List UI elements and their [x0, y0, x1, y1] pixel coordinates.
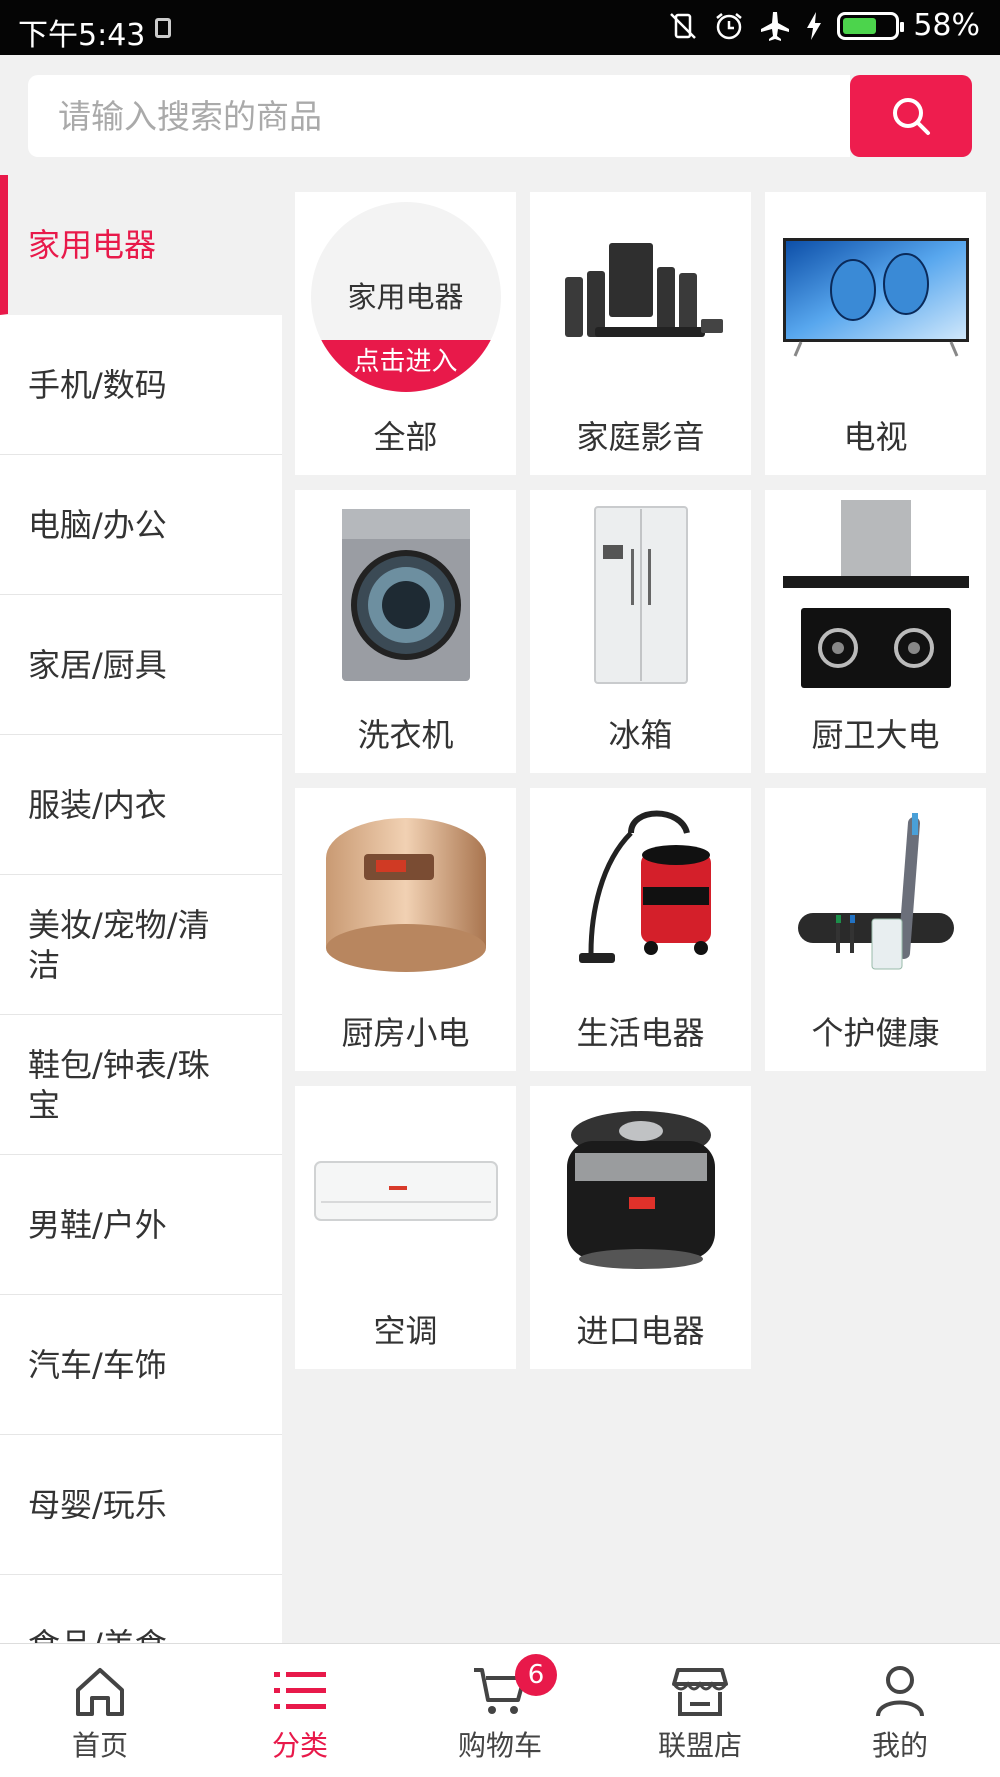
sidebar-item-food[interactable]: 食品/美食: [0, 1575, 282, 1643]
grid-item-all[interactable]: 家用电器 点击进入 全部: [295, 192, 516, 475]
sidebar-item-label: 服装/内衣: [28, 785, 167, 824]
grid-item-tv[interactable]: 电视: [765, 192, 986, 475]
grid-item-label: 空调: [373, 1312, 438, 1350]
nav-label: 购物车: [457, 1729, 542, 1762]
sim-icon: [155, 18, 171, 38]
sidebar-item-bags-watches[interactable]: 鞋包/钟表/珠宝: [0, 1015, 282, 1155]
grid-item-label: 个护健康: [811, 1014, 940, 1052]
fridge-icon: [545, 505, 736, 685]
toothbrush-icon: [780, 803, 971, 983]
grid-item-label: 进口电器: [576, 1312, 705, 1350]
status-time: 下午5:43: [18, 18, 146, 53]
search-bar: [0, 55, 1000, 175]
nav-label: 分类: [271, 1729, 328, 1762]
grid-item-label: 电视: [843, 418, 908, 456]
grid-item-fridge[interactable]: 冰箱: [530, 490, 751, 773]
sidebar-item-label: 美妆/宠物/清洁: [28, 905, 210, 984]
sidebar-item-label: 食品/美食: [28, 1625, 167, 1644]
nav-category[interactable]: 分类: [200, 1644, 400, 1777]
search-button[interactable]: [850, 75, 972, 157]
grid-item-kitchen-small[interactable]: 厨房小电: [295, 788, 516, 1071]
grid-item-personal-care[interactable]: 个护健康: [765, 788, 986, 1071]
washing-machine-icon: [310, 505, 501, 685]
sidebar-item-home-kitchen[interactable]: 家居/厨具: [0, 595, 282, 735]
sidebar-item-label: 鞋包/钟表/珠宝: [28, 1045, 210, 1124]
home-theater-icon: [545, 207, 736, 387]
sidebar-item-computers[interactable]: 电脑/办公: [0, 455, 282, 595]
store-icon: [672, 1668, 728, 1716]
airplane-icon: [761, 11, 790, 41]
home-icon: [76, 1668, 124, 1716]
grid-item-range-hood[interactable]: 厨卫大电: [765, 490, 986, 773]
grid-item-living-appliances[interactable]: 生活电器: [530, 788, 751, 1071]
all-circle-title: 家用电器: [347, 280, 464, 314]
grid-item-washing-machine[interactable]: 洗衣机: [295, 490, 516, 773]
search-icon: [893, 98, 930, 135]
battery-icon: [837, 11, 905, 40]
grid-item-imported[interactable]: 进口电器: [530, 1086, 751, 1369]
sidebar-item-label: 电脑/办公: [28, 505, 167, 544]
cart-badge: 6: [515, 1654, 557, 1696]
sidebar-item-label: 男鞋/户外: [28, 1205, 167, 1244]
vacuum-icon: [545, 803, 736, 983]
bottom-nav: 首页 分类 6 购物车 联盟店 我的: [0, 1643, 1000, 1777]
sidebar-item-label: 家居/厨具: [28, 645, 167, 684]
sidebar-item-label: 家用电器: [28, 225, 157, 264]
all-circle: 家用电器 点击进入: [310, 202, 501, 392]
air-conditioner-icon: [310, 1101, 501, 1281]
sidebar-item-label: 手机/数码: [28, 365, 167, 404]
nav-profile[interactable]: 我的: [800, 1644, 1000, 1777]
sidebar-item-phones[interactable]: 手机/数码: [0, 315, 282, 455]
sidebar-item-clothing[interactable]: 服装/内衣: [0, 735, 282, 875]
alarm-icon: [716, 12, 743, 39]
status-bar: 下午5:43 58%: [0, 0, 1000, 55]
nav-cart[interactable]: 6 购物车: [400, 1644, 600, 1777]
status-icons: 58%: [667, 8, 980, 43]
sidebar-item-label: 汽车/车饰: [28, 1345, 167, 1384]
pressure-cooker-icon: [545, 1101, 736, 1281]
search-input[interactable]: [28, 75, 850, 157]
sidebar-item-beauty-pets[interactable]: 美妆/宠物/清洁: [0, 875, 282, 1015]
sidebar-item-label: 母婴/玩乐: [28, 1485, 167, 1524]
profile-icon: [876, 1666, 924, 1717]
nav-label: 我的: [871, 1729, 928, 1762]
grid-item-label: 家庭影音: [576, 418, 705, 456]
grid-item-air-conditioner[interactable]: 空调: [295, 1086, 516, 1369]
nav-store[interactable]: 联盟店: [600, 1644, 800, 1777]
sidebar-item-appliances[interactable]: 家用电器: [0, 175, 282, 315]
sidebar-item-baby-toys[interactable]: 母婴/玩乐: [0, 1435, 282, 1575]
grid-item-home-theater[interactable]: 家庭影音: [530, 192, 751, 475]
nav-label: 首页: [71, 1729, 128, 1762]
charging-icon: [807, 11, 822, 40]
category-icon: [274, 1672, 326, 1709]
grid-item-label: 洗衣机: [357, 716, 454, 754]
grid-item-label: 全部: [373, 418, 438, 456]
range-hood-icon: [780, 500, 971, 688]
rice-cooker-icon: [310, 803, 501, 983]
battery-percent: 58%: [913, 8, 980, 43]
tv-icon: [780, 207, 971, 387]
category-sidebar: 家用电器 手机/数码 电脑/办公 家居/厨具 服装/内衣 美妆/宠物/清洁 鞋包…: [0, 175, 282, 1643]
nav-label: 联盟店: [657, 1729, 742, 1762]
sidebar-item-auto[interactable]: 汽车/车饰: [0, 1295, 282, 1435]
enter-button[interactable]: 点击进入: [310, 340, 501, 392]
grid-item-label: 厨卫大电: [811, 716, 940, 754]
sidebar-item-mens-shoes[interactable]: 男鞋/户外: [0, 1155, 282, 1295]
nav-home[interactable]: 首页: [0, 1644, 200, 1777]
grid-item-label: 厨房小电: [341, 1014, 470, 1052]
vibrate-off-icon: [670, 12, 697, 39]
grid-item-label: 冰箱: [608, 716, 673, 754]
all-category-icon: 家用电器 点击进入: [310, 202, 501, 392]
grid-item-label: 生活电器: [576, 1014, 705, 1052]
